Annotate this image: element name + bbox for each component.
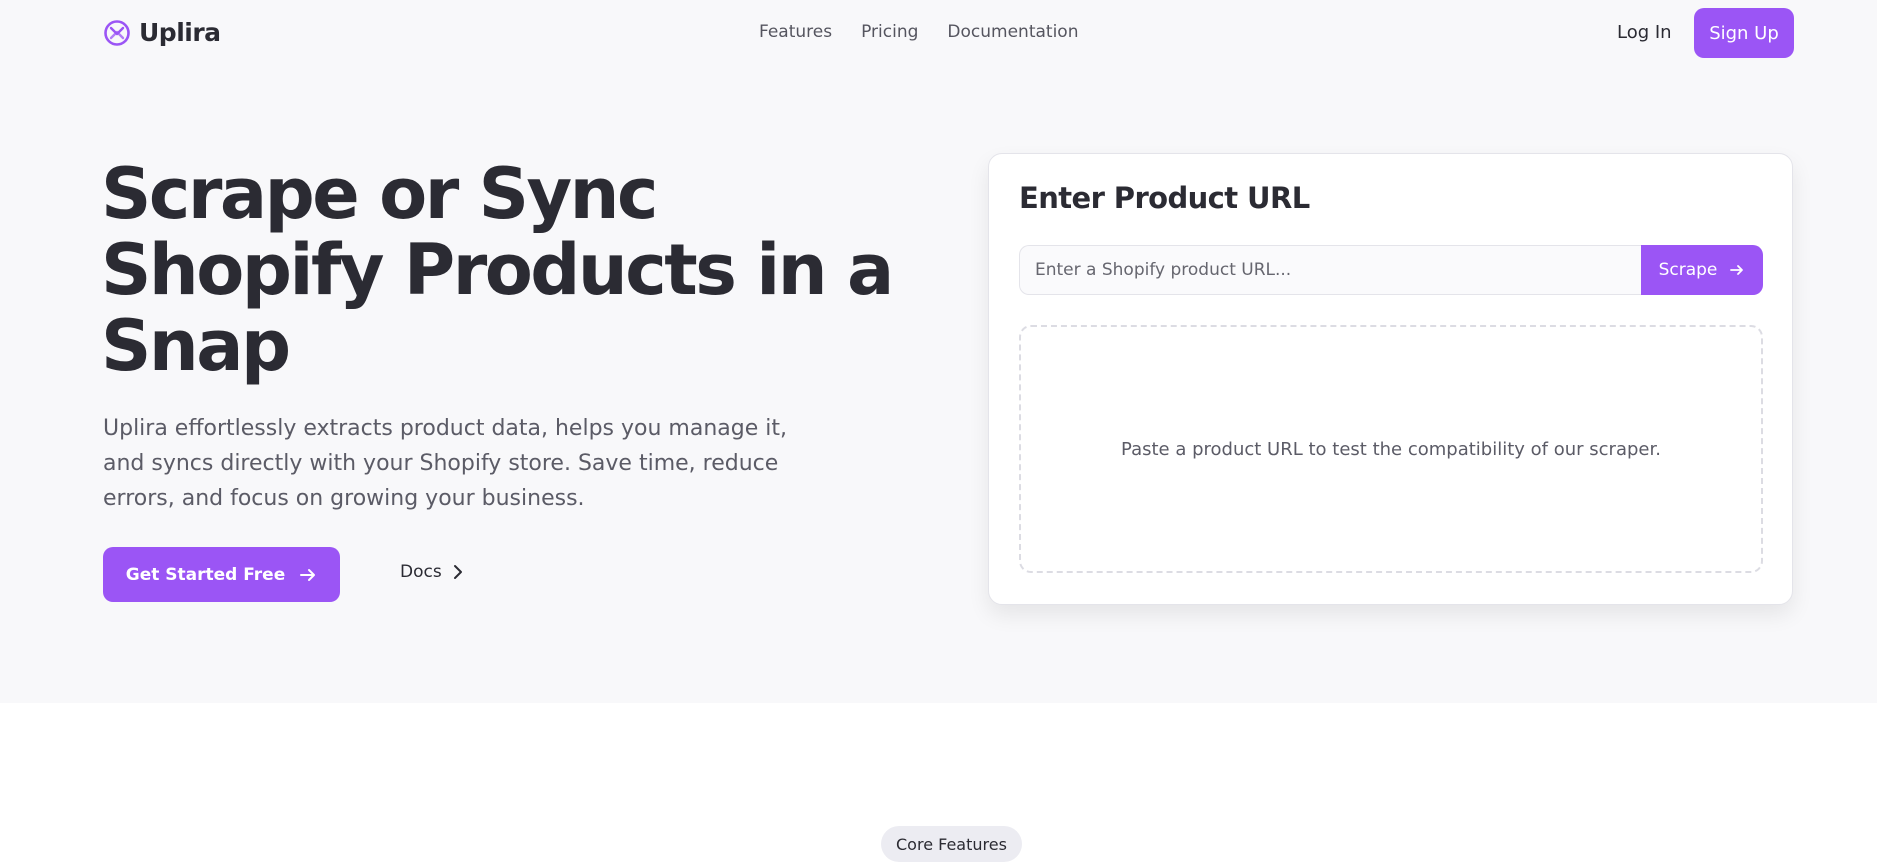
scraper-card: Enter Product URL Scrape Paste a product… — [988, 153, 1793, 605]
brand-name: Uplira — [139, 18, 221, 47]
empty-message: Paste a product URL to test the compatib… — [1121, 438, 1661, 460]
nav-item-documentation[interactable]: Documentation — [947, 22, 1078, 42]
nav-item-features[interactable]: Features — [759, 22, 832, 42]
site-header: Uplira Features Pricing Documentation Lo… — [0, 0, 1877, 68]
scrape-button[interactable]: Scrape — [1641, 245, 1763, 295]
brand-logo[interactable]: Uplira — [103, 18, 221, 47]
main-nav: Features Pricing Documentation — [759, 22, 1078, 42]
get-started-button[interactable]: Get Started Free — [103, 547, 340, 602]
docs-link[interactable]: Docs — [400, 562, 464, 582]
arrow-right-icon — [1730, 265, 1744, 275]
arrow-right-icon — [300, 568, 316, 581]
product-url-input[interactable] — [1019, 245, 1642, 295]
hero-subtitle: Uplira effortlessly extracts product dat… — [103, 416, 787, 511]
uplira-logo-icon — [104, 19, 130, 46]
docs-label: Docs — [400, 562, 442, 582]
scrape-label: Scrape — [1658, 260, 1718, 280]
card-title: Enter Product URL — [1019, 181, 1310, 215]
signup-button[interactable]: Sign Up — [1694, 8, 1794, 58]
nav-item-pricing[interactable]: Pricing — [861, 22, 918, 42]
get-started-label: Get Started Free — [125, 564, 286, 585]
results-placeholder: Paste a product URL to test the compatib… — [1019, 325, 1763, 573]
login-link[interactable]: Log In — [1617, 22, 1672, 43]
hero-title: Scrape or Sync Shopify Products in a Sna… — [101, 153, 894, 387]
section-badge: Core Features — [881, 826, 1022, 862]
chevron-right-icon — [453, 565, 462, 579]
